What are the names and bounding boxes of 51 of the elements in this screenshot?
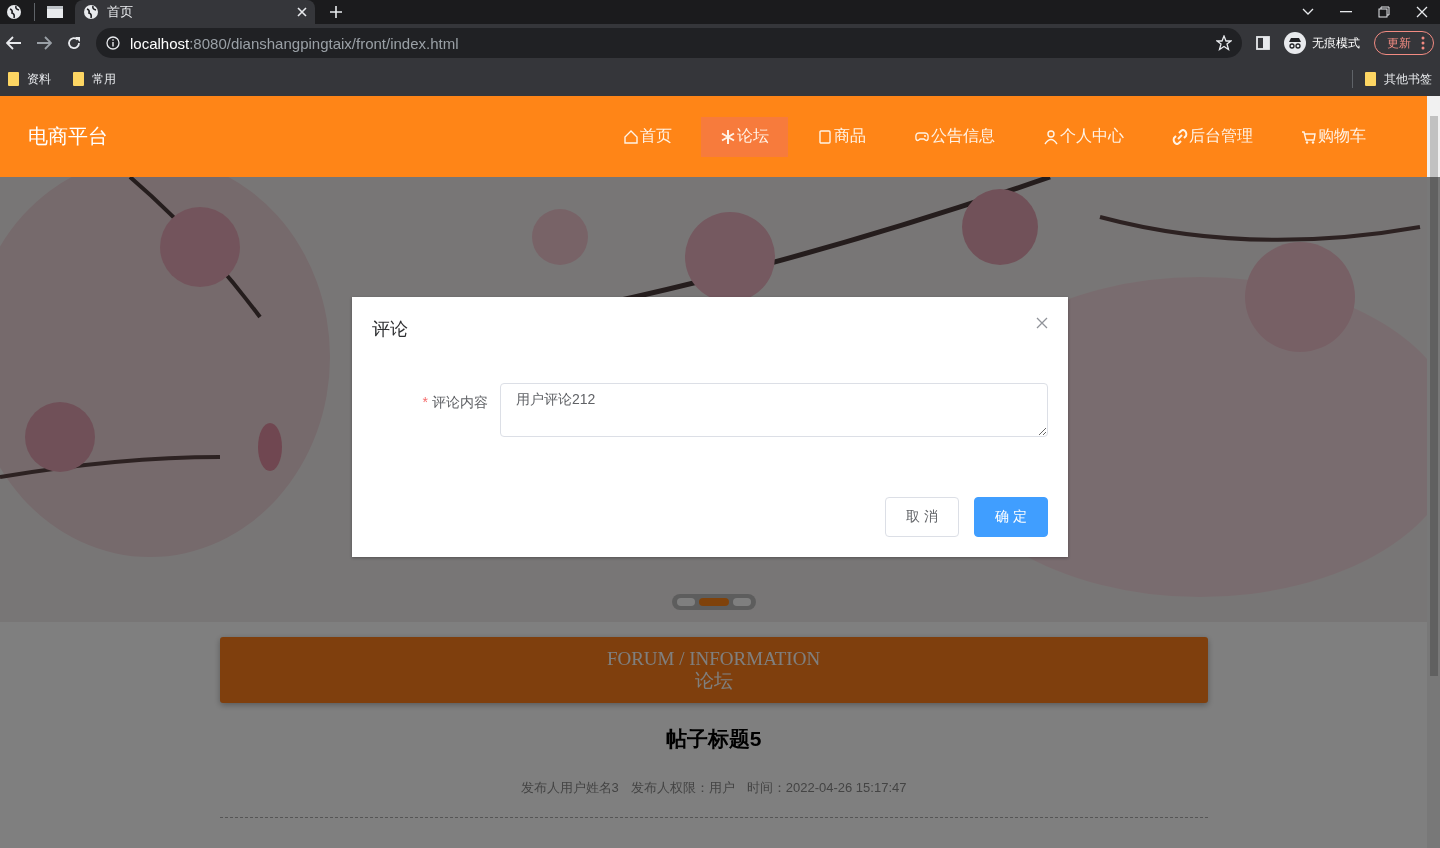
window-icon[interactable] [47,5,63,19]
globe-icon [6,4,22,20]
folder-icon [8,72,19,86]
browser-tab[interactable]: 首页 [75,0,315,24]
incognito-icon [1284,32,1306,54]
nav-item[interactable]: 首页 [604,116,691,157]
comment-field[interactable]: 用户评论212 [500,383,1048,437]
home-icon [623,128,639,145]
bookmark[interactable]: 其他书签 [1365,70,1432,88]
nav-item[interactable]: 购物车 [1282,116,1385,157]
info-icon[interactable] [106,36,120,50]
nav-item[interactable]: 商品 [798,116,885,157]
section-subtitle: 论坛 [694,670,733,692]
folder-icon [73,72,84,86]
post-title: 帖子标题5 [665,726,762,752]
dialog-title: 评论 [372,318,408,341]
bookmark[interactable]: 资料 [8,70,51,88]
scrollbar-thumb[interactable] [1429,116,1438,676]
more-icon [1421,36,1425,50]
person-icon [1043,128,1059,145]
chevron-down-icon[interactable] [1302,8,1314,16]
field-label: 评论内容 [432,394,488,412]
confirm-button[interactable]: 确 定 [974,497,1048,537]
document-icon [817,128,833,145]
folder-icon [1365,72,1376,86]
link-icon [1172,128,1188,145]
side-panel-icon[interactable] [1256,36,1270,50]
minimize-icon[interactable] [1340,11,1352,13]
incognito-label: 无痕模式 [1312,34,1360,52]
nav-item[interactable]: 后台管理 [1153,116,1272,157]
cart-icon [1301,128,1317,145]
cancel-button[interactable]: 取 消 [885,497,960,537]
plus-icon[interactable] [329,5,343,19]
reload-icon[interactable] [66,35,82,51]
snowflake-icon [720,128,736,145]
forward-icon[interactable] [36,36,52,50]
required-mark: * [422,394,428,412]
star-icon[interactable] [1216,35,1232,51]
post-role: 发布人权限：用户 [630,779,735,797]
nav-item[interactable]: 个人中心 [1024,116,1143,157]
url-text: localhost:8080/dianshangpingtaix/front/index.html [130,34,459,52]
back-icon[interactable] [6,36,22,50]
nav-item[interactable]: 公告信息 [895,116,1014,157]
bookmark[interactable]: 常用 [73,70,116,88]
section-title: FORUM / INFORMATION [606,648,821,670]
site-logo[interactable]: 电商平台 [28,123,604,150]
nav-item[interactable]: 论坛 [701,116,788,157]
post-time: 时间：2022-04-26 15:17:47 [746,779,907,797]
address-bar[interactable]: localhost:8080/dianshangpingtaix/front/index.html [96,28,1242,58]
restore-icon[interactable] [1378,6,1390,18]
globe-icon [83,4,99,20]
